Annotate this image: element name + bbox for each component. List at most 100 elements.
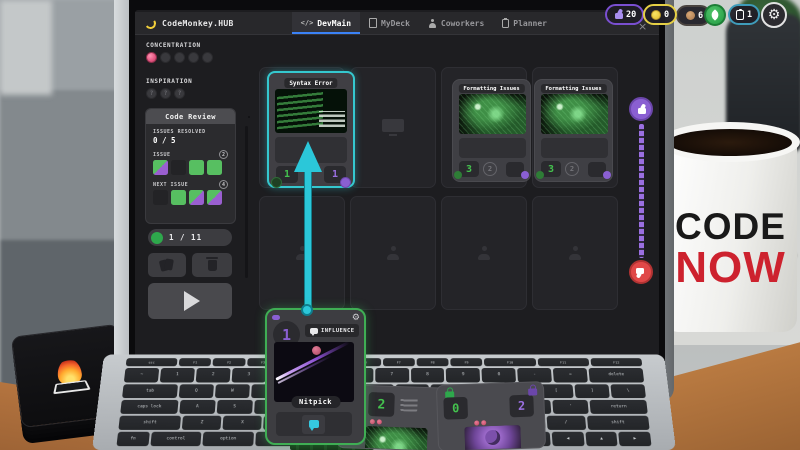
concentration-dots bbox=[146, 52, 213, 63]
tab-label: DevMain bbox=[317, 19, 351, 28]
card-stat: 2 bbox=[368, 392, 395, 417]
deck-counter: 1 / 11 bbox=[148, 229, 232, 246]
next-issue-count-badge: 4 bbox=[219, 180, 228, 189]
concentration-dot bbox=[146, 52, 157, 63]
tab-label: MyDeck bbox=[381, 19, 410, 28]
action-chip bbox=[302, 415, 325, 434]
clipboard-icon bbox=[502, 19, 509, 28]
tab-planner[interactable]: Planner bbox=[493, 12, 556, 34]
keyboard-key: F2 bbox=[213, 358, 246, 366]
tab-devmain[interactable]: </> DevMain bbox=[292, 12, 360, 34]
coworker-slot[interactable] bbox=[259, 196, 345, 310]
thumbs-up-button[interactable] bbox=[629, 97, 653, 121]
card-title: Syntax Error bbox=[284, 78, 337, 88]
thumbs-down-icon bbox=[636, 268, 646, 277]
keyboard-key: caps lock bbox=[120, 400, 178, 414]
card-art bbox=[459, 94, 526, 134]
trash-icon bbox=[208, 260, 217, 271]
approval-count: 20 bbox=[626, 10, 636, 20]
card-stat-left: 3 bbox=[541, 161, 561, 177]
card-art bbox=[275, 89, 347, 133]
coworker-slot[interactable] bbox=[532, 196, 618, 310]
card-title: Formatting Issues bbox=[458, 84, 524, 93]
keyboard-key: 3 bbox=[231, 368, 266, 382]
app-topbar: CodeMonkey.HUB </> DevMain MyDeck Cowork… bbox=[135, 12, 659, 35]
person-icon bbox=[477, 246, 491, 260]
keyboard-key: 2 bbox=[196, 368, 231, 382]
keyboard-key: fn bbox=[116, 432, 149, 446]
formatting-issues-card[interactable]: Formatting Issues 3 2 bbox=[452, 79, 531, 182]
card-art bbox=[464, 425, 521, 450]
person-icon bbox=[428, 19, 437, 28]
discard-button[interactable] bbox=[192, 253, 232, 277]
purple-orb-icon bbox=[521, 171, 529, 179]
keyboard-key: control bbox=[150, 432, 202, 446]
keyboard-key: F9 bbox=[450, 358, 482, 366]
issues-resolved-label: ISSUES RESOLVED bbox=[153, 129, 235, 135]
keyboard-key: 9 bbox=[446, 368, 480, 382]
nitpick-card[interactable]: 1 INFLUENCE ⚙ Nitpick bbox=[265, 308, 366, 445]
thumbs-up-icon bbox=[636, 105, 646, 114]
board-slot[interactable] bbox=[350, 67, 436, 188]
deck-counter-value: 1 / 11 bbox=[169, 233, 202, 242]
deck-counter-pip bbox=[151, 232, 163, 244]
keyboard-key: ] bbox=[575, 384, 610, 398]
tab-label: Planner bbox=[513, 19, 547, 28]
targeting-arrow-head bbox=[294, 141, 322, 172]
cyan-bubble-icon bbox=[309, 420, 319, 428]
tab-mydeck[interactable]: MyDeck bbox=[360, 12, 419, 34]
inactive-gauge-bottom bbox=[237, 278, 261, 302]
speech-bubble-icon bbox=[310, 328, 318, 334]
bean-icon bbox=[686, 11, 695, 20]
targeting-arrow-shaft bbox=[304, 170, 312, 310]
tasks-badge[interactable]: 1 bbox=[728, 4, 760, 25]
keyboard-key: shift bbox=[587, 416, 650, 430]
keyboard-key: ▶ bbox=[618, 432, 651, 446]
green-orb-button[interactable] bbox=[704, 4, 726, 26]
keyboard-key: F7 bbox=[383, 358, 415, 366]
card-pips bbox=[474, 420, 486, 425]
game-scene: CODE NOW CodeMonkey.HUB </> DevMain MyDe… bbox=[0, 0, 800, 450]
inspiration-dot: ? bbox=[146, 88, 157, 99]
keyboard-key: ~ bbox=[124, 368, 159, 382]
thumbs-down-button[interactable] bbox=[629, 260, 653, 284]
keyboard-key: esc bbox=[126, 358, 178, 366]
ghost-cost: 2 bbox=[483, 162, 497, 176]
coworker-slot[interactable] bbox=[441, 196, 527, 310]
issue-slot bbox=[189, 160, 204, 175]
mug-text-line1: CODE bbox=[675, 208, 786, 247]
keyboard-key: X bbox=[223, 416, 262, 430]
keyboard-key: 7 bbox=[375, 368, 409, 382]
card-icon bbox=[369, 18, 377, 28]
keyboard-key: 1 bbox=[160, 368, 195, 382]
keyboard-key: = bbox=[553, 368, 588, 382]
inspiration-label: INSPIRATION bbox=[146, 78, 192, 85]
code-review-title: Code Review bbox=[146, 109, 235, 124]
play-button[interactable] bbox=[148, 283, 232, 319]
keyboard-key: A bbox=[179, 400, 216, 414]
next-issue-slot bbox=[207, 190, 222, 205]
card-stat-left: 3 bbox=[459, 161, 479, 177]
keyboard-key: S bbox=[216, 400, 252, 414]
hand-button[interactable] bbox=[148, 253, 186, 277]
keyboard-key: / bbox=[546, 416, 586, 430]
inspiration-dot: ? bbox=[174, 88, 185, 99]
coworker-slot[interactable] bbox=[350, 196, 436, 310]
concentration-dot bbox=[188, 52, 199, 63]
issue-slot bbox=[171, 160, 186, 175]
keyboard-key: Q bbox=[179, 384, 214, 398]
approval-badge: 20 bbox=[605, 4, 644, 25]
card-art bbox=[541, 94, 608, 134]
keyboard-key: return bbox=[590, 400, 648, 414]
card-pips bbox=[370, 419, 382, 424]
hand-card-person[interactable]: 0 2 bbox=[436, 381, 546, 450]
formatting-issues-card[interactable]: Formatting Issues 3 2 bbox=[534, 79, 613, 182]
tab-coworkers[interactable]: Coworkers bbox=[419, 12, 493, 34]
keyboard-key: ' bbox=[553, 400, 590, 414]
settings-button[interactable]: ⚙ bbox=[761, 2, 787, 28]
app-title: CodeMonkey.HUB bbox=[162, 19, 234, 28]
coffee bbox=[668, 129, 792, 156]
issue-slots bbox=[153, 160, 228, 175]
code-slash-icon: </> bbox=[301, 19, 314, 27]
approval-track bbox=[639, 124, 644, 258]
